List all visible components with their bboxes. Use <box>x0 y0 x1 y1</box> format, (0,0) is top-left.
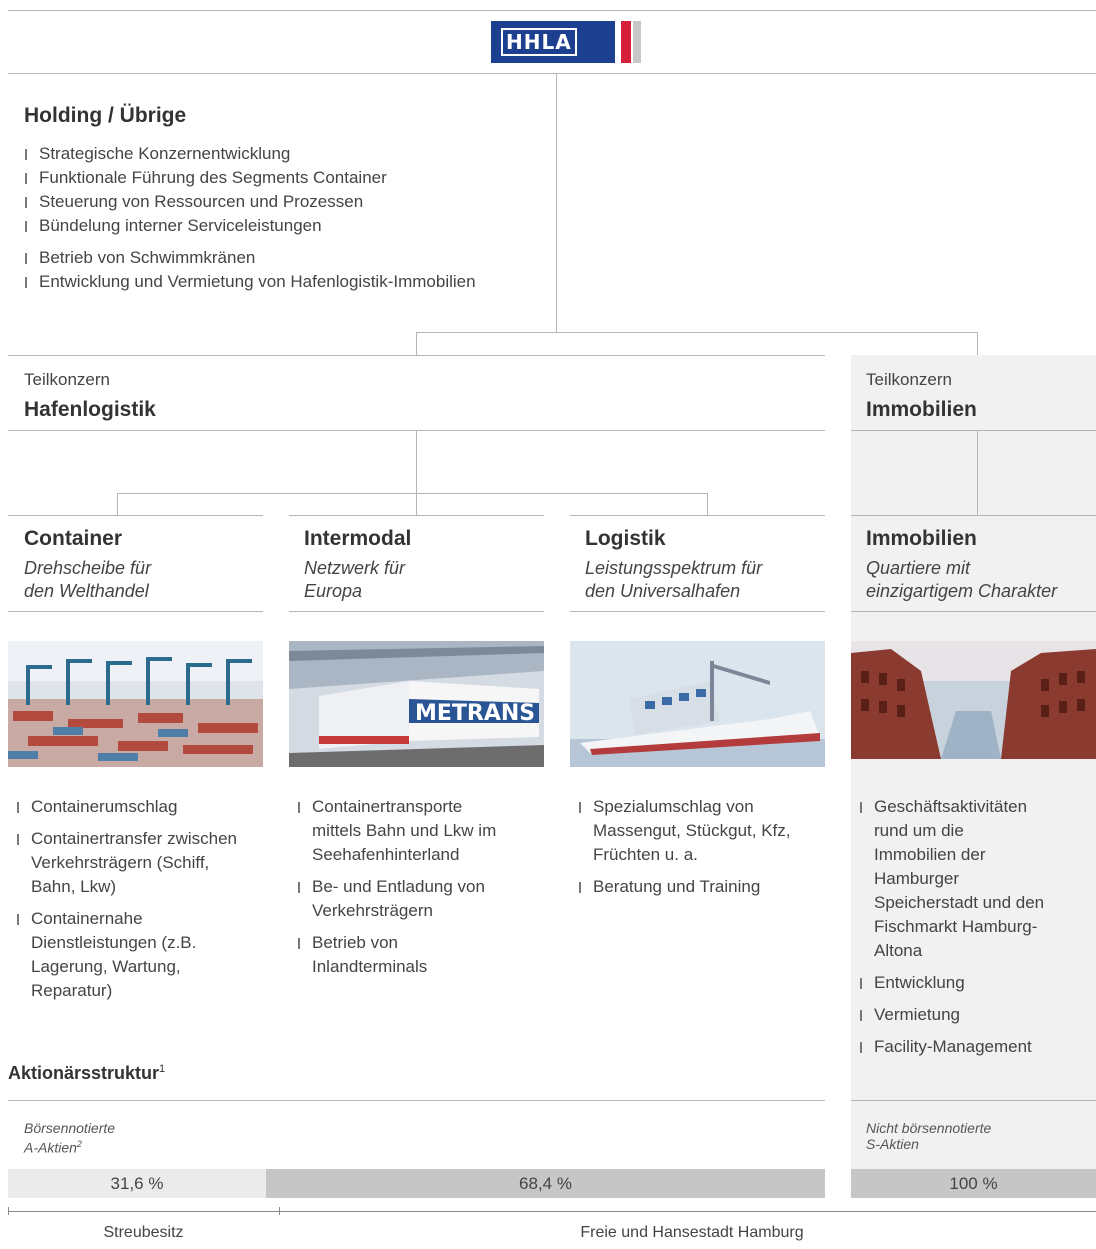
intermodal-item: Be- und Entladung von Verkehrsträgern <box>297 875 512 923</box>
holding-title: Holding / Übrige <box>24 104 187 127</box>
s-shares-line2: S-Aktien <box>866 1136 919 1152</box>
a-shares-line1: Börsennotierte <box>24 1120 116 1136</box>
segment-title-logistik: Logistik <box>585 527 666 550</box>
connector-hafenlogistik <box>416 332 417 355</box>
immobilien-item: Geschäftsaktivitäten rund um die Immobil… <box>859 795 1049 963</box>
bar-hamburg-a: 68,4 % <box>266 1169 825 1198</box>
shareholder-title: Aktionärsstruktur1 <box>8 1063 165 1084</box>
logo-red-stripe <box>621 21 631 63</box>
segment-title-intermodal: Intermodal <box>304 527 412 550</box>
immobilien-list: Geschäftsaktivitäten rund um die Immobil… <box>859 795 1049 1059</box>
holding-item: Funktionale Führung des Segments Contain… <box>24 166 544 190</box>
owner-bracket-city <box>280 1211 1096 1212</box>
container-item: Containertransfer zwischen Verkehrsträge… <box>16 827 256 899</box>
segment-bottom-rule <box>8 611 263 612</box>
immobilien-item: Facility-Management <box>859 1035 1049 1059</box>
logo-grey-stripe <box>633 21 641 63</box>
connector-hafen-down <box>416 430 417 493</box>
hafenlogistik-title: Hafenlogistik <box>24 398 156 421</box>
segment-bottom-rule <box>851 611 1096 612</box>
logo-text: HHLA <box>501 28 577 56</box>
intermodal-item: Betrieb von Inlandterminals <box>297 931 512 979</box>
logistik-item: Spezialumschlag von Massengut, Stückgut,… <box>578 795 818 867</box>
intermodal-item: Containertransporte mittels Bahn und Lkw… <box>297 795 512 867</box>
subtitle-line: Europa <box>304 581 363 601</box>
a-shares-footnote: 2 <box>76 1139 82 1149</box>
owner-bracket-tick <box>279 1207 280 1215</box>
subtitle-line: den Welthandel <box>24 581 149 601</box>
bar-hamburg-s: 100 % <box>851 1169 1096 1198</box>
holding-item: Betrieb von Schwimmkränen <box>24 246 544 270</box>
connector-subgroups <box>416 332 978 333</box>
bar-streubesitz: 31,6 % <box>8 1169 266 1198</box>
segment-title-immobilien: Immobilien <box>866 527 977 550</box>
shareholder-title-footnote: 1 <box>159 1063 166 1075</box>
owner-bracket-tick <box>8 1207 9 1215</box>
holding-list: Strategische Konzernentwicklung Funktion… <box>24 142 544 294</box>
subtitle-line: Leistungsspektrum für <box>585 558 763 578</box>
container-item: Containernahe Dienstleistungen (z.B. Lag… <box>16 907 256 1003</box>
logistik-list: Spezialumschlag von Massengut, Stückgut,… <box>578 795 818 899</box>
s-shares-label: Nicht börsennotierte S-Aktien <box>866 1120 991 1152</box>
container-list: Containerumschlag Containertransfer zwis… <box>16 795 256 1003</box>
immobilien-item: Entwicklung <box>859 971 1049 995</box>
connector-container <box>117 493 118 515</box>
connector-immobilien-segment <box>977 430 978 515</box>
logistik-item: Beratung und Training <box>578 875 818 899</box>
owner-hamburg: Freie und Hansestadt Hamburg <box>580 1224 804 1241</box>
segment-top-rule <box>8 515 263 516</box>
connector-segments <box>117 493 708 494</box>
subtitle-line: den Universalhafen <box>585 581 741 601</box>
immobilien-item: Vermietung <box>859 1003 1049 1027</box>
segment-subtitle-container: Drehscheibe für den Welthandel <box>24 557 151 603</box>
holding-item: Entwicklung und Vermietung von Hafenlogi… <box>24 270 544 294</box>
segment-subtitle-intermodal: Netzwerk für Europa <box>304 557 405 603</box>
photo-intermodal-train: METRANS <box>289 641 544 767</box>
subtitle-line: Quartiere mit <box>866 558 971 578</box>
holding-item: Steuerung von Ressourcen und Prozessen <box>24 190 544 214</box>
hhla-logo: HHLA <box>491 21 641 63</box>
connector-immobilien <box>977 332 978 355</box>
metrans-label: METRANS <box>415 701 535 726</box>
owner-bracket-free <box>8 1211 279 1212</box>
subtitle-line: Netzwerk für <box>304 558 406 578</box>
segment-top-rule <box>851 515 1096 516</box>
a-shares-line2: A-Aktien2 <box>24 1136 115 1156</box>
owner-streubesitz: Streubesitz <box>103 1224 184 1241</box>
subtitle-line: Drehscheibe für <box>24 558 152 578</box>
photo-container-terminal <box>8 641 263 767</box>
a-shares-label: Börsennotierte A-Aktien2 <box>24 1120 115 1156</box>
photo-speicherstadt <box>851 641 1096 759</box>
shareholder-title-text: Aktionärsstruktur <box>8 1063 160 1083</box>
immobilien-bottom-rule <box>851 430 1096 431</box>
s-shares-line1: Nicht börsennotierte <box>866 1120 992 1136</box>
segment-bottom-rule <box>289 611 544 612</box>
connector-holding-down <box>556 73 557 332</box>
segment-subtitle-immobilien: Quartiere mit einzigartigem Charakter <box>866 557 1057 603</box>
intermodal-list: Containertransporte mittels Bahn und Lkw… <box>297 795 512 979</box>
segment-top-rule <box>289 515 544 516</box>
holding-top-rule <box>8 73 1096 74</box>
segment-title-container: Container <box>24 527 123 550</box>
logo-blue-block: HHLA <box>491 21 615 63</box>
photo-logistik-ship <box>570 641 825 767</box>
subtitle-line: einzigartigem Charakter <box>866 581 1058 601</box>
hafenlogistik-top-rule <box>8 355 825 356</box>
container-item: Containerumschlag <box>16 795 256 819</box>
immobilien-prefix: Teilkonzern <box>866 370 952 389</box>
segment-bottom-rule <box>570 611 825 612</box>
holding-item: Strategische Konzernentwicklung <box>24 142 544 166</box>
connector-intermodal <box>416 493 417 515</box>
holding-item: Bündelung interner Serviceleistungen <box>24 214 544 238</box>
segment-subtitle-logistik: Leistungsspektrum für den Universalhafen <box>585 557 762 603</box>
shareholder-rule <box>8 1100 825 1101</box>
connector-logistik <box>707 493 708 515</box>
hafenlogistik-prefix: Teilkonzern <box>24 370 110 389</box>
immobilien-subgroup-title: Immobilien <box>866 398 977 421</box>
a-shares-text: A-Aktien <box>24 1139 77 1156</box>
segment-top-rule <box>570 515 825 516</box>
shareholder-rule-s <box>851 1100 1096 1101</box>
top-rule <box>8 10 1096 11</box>
